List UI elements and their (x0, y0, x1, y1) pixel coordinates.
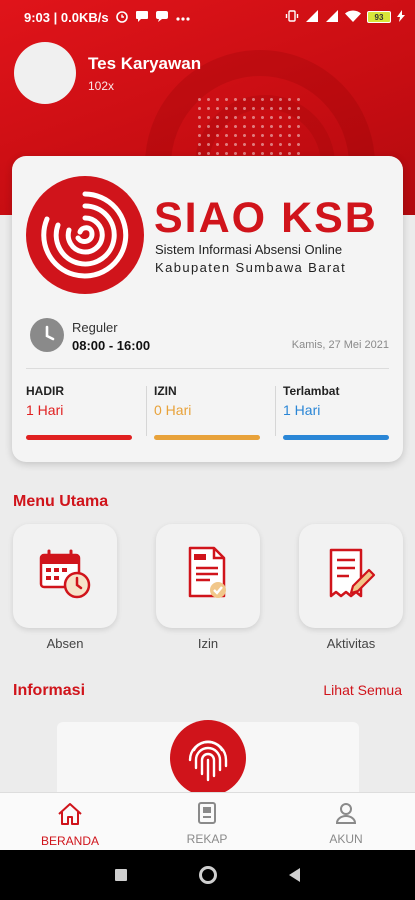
brand-subtitle: Sistem Informasi Absensi Online (155, 242, 343, 257)
stat-izin: IZIN 0 Hari (146, 384, 270, 440)
nav-beranda[interactable]: BERANDA (20, 801, 120, 848)
schedule-type: Reguler (72, 320, 118, 335)
info-section-title: Informasi (13, 682, 86, 699)
header-dots-pattern (195, 95, 305, 155)
recents-icon[interactable] (115, 869, 127, 881)
message-icon (135, 10, 149, 25)
schedule-time: 08:00 - 16:00 (72, 338, 151, 353)
stat-label: HADIR (26, 384, 64, 398)
fingerprint-icon (170, 720, 246, 796)
menu-absen-label: Absen (46, 636, 84, 651)
home-circle-icon[interactable] (199, 866, 217, 884)
user-id: 102x (88, 79, 115, 93)
menu-section-title: Menu Utama (13, 493, 109, 510)
schedule-date: Kamis, 27 Mei 2021 (291, 339, 389, 351)
stat-separator (275, 386, 276, 436)
attendance-card: SIAO KSB Sistem Informasi Absensi Online… (12, 156, 403, 462)
user-name: Tes Karyawan (88, 54, 202, 73)
wifi-icon (345, 9, 361, 25)
stat-value: 0 Hari (154, 402, 192, 418)
system-nav-bar (0, 850, 415, 900)
user-icon (335, 803, 357, 829)
stat-value: 1 Hari (283, 402, 321, 418)
brand-title: SIAO KSB (154, 194, 378, 242)
stat-separator (146, 386, 147, 436)
alarm-icon (115, 9, 129, 26)
stat-bar (283, 435, 389, 440)
stat-bar (26, 435, 132, 440)
nav-rekap[interactable]: REKAP (157, 801, 257, 846)
calendar-clock-icon (37, 547, 93, 606)
signal-icon (305, 9, 319, 25)
avatar[interactable] (14, 42, 76, 104)
card-divider (26, 368, 389, 369)
menu-izin-button[interactable] (156, 524, 260, 628)
battery-icon: 93 (367, 11, 391, 23)
brand-subtitle-region: Kabupaten Sumbawa Barat (155, 260, 347, 275)
back-icon[interactable] (289, 868, 300, 882)
bottom-nav: BERANDA REKAP AKUN (0, 792, 415, 850)
menu-izin-label: Izin (197, 636, 219, 651)
stat-label: Terlambat (283, 384, 340, 398)
menu-aktivitas-button[interactable] (299, 524, 403, 628)
status-time-speed: 9:03 | 0.0KB/s (24, 9, 109, 25)
see-all-link[interactable]: Lihat Semua (323, 682, 402, 698)
stat-value: 1 Hari (26, 402, 64, 418)
status-bar: 9:03 | 0.0KB/s 93 (0, 0, 415, 34)
stat-hadir: HADIR 1 Hari (26, 384, 142, 440)
stat-label: IZIN (154, 384, 177, 398)
siao-logo-icon (26, 176, 144, 294)
menu-aktivitas-label: Aktivitas (326, 636, 376, 651)
signal-icon (325, 9, 339, 25)
home-icon (56, 803, 84, 831)
nav-label: REKAP (186, 832, 228, 846)
stat-bar (154, 435, 260, 440)
chat-icon (155, 10, 169, 25)
charging-icon (397, 9, 405, 25)
stat-terlambat: Terlambat 1 Hari (275, 384, 399, 440)
receipt-pen-icon (323, 546, 379, 607)
battery-level: 93 (374, 12, 384, 22)
clock-icon (30, 318, 64, 352)
document-check-icon (184, 546, 232, 607)
nav-label: AKUN (329, 832, 363, 846)
vibrate-icon (285, 9, 299, 26)
nav-label: BERANDA (40, 834, 99, 848)
more-icon (175, 10, 191, 25)
menu-absen-button[interactable] (13, 524, 117, 628)
nav-akun[interactable]: AKUN (296, 801, 396, 846)
file-icon (196, 802, 218, 829)
